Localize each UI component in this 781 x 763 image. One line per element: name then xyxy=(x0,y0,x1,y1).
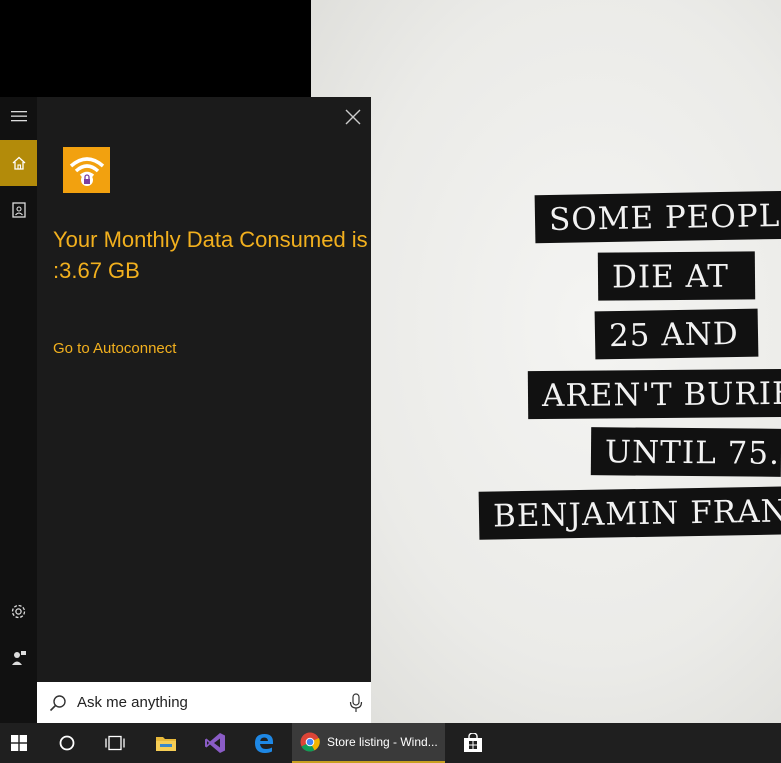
autoconnect-link[interactable]: Go to Autoconnect xyxy=(53,340,176,357)
chrome-taskbar-button[interactable]: Store listing - Wind... xyxy=(292,723,445,763)
desktop-wallpaper: SOME PEOPLE DIE AT 25 AND AREN'T BURIE U… xyxy=(311,0,781,723)
file-explorer-button[interactable] xyxy=(143,723,189,763)
quote-line: AREN'T BURIE xyxy=(527,368,781,420)
taskbar: Store listing - Wind... xyxy=(0,723,781,763)
microphone-icon[interactable] xyxy=(349,693,363,713)
search-icon xyxy=(49,694,67,712)
windows-start-icon xyxy=(10,735,27,751)
chrome-icon xyxy=(300,732,320,752)
start-button[interactable] xyxy=(0,723,37,763)
quote-line: UNTIL 75. xyxy=(590,427,781,477)
hamburger-icon xyxy=(10,111,27,122)
hamburger-menu-button[interactable] xyxy=(0,93,37,139)
feedback-icon xyxy=(11,651,26,665)
search-input[interactable] xyxy=(77,694,327,711)
cortana-circle-icon xyxy=(59,735,75,751)
visual-studio-icon xyxy=(205,733,225,753)
task-view-button[interactable] xyxy=(93,723,137,763)
edge-icon xyxy=(255,734,273,753)
file-explorer-icon xyxy=(156,737,176,751)
quote-line: 25 AND xyxy=(594,308,759,360)
cortana-search-box[interactable] xyxy=(37,682,371,723)
store-button[interactable] xyxy=(450,723,496,763)
notebook-icon xyxy=(11,202,26,218)
visual-studio-button[interactable] xyxy=(192,723,238,763)
wifi-lock-icon xyxy=(69,157,104,186)
close-icon xyxy=(345,109,361,125)
nav-settings-button[interactable] xyxy=(0,588,37,634)
quote-line: BENJAMIN FRAN xyxy=(478,486,781,540)
home-icon xyxy=(12,156,25,170)
app-tile xyxy=(63,147,110,193)
gear-icon xyxy=(11,604,26,618)
background-area xyxy=(0,0,311,97)
cortana-response-text: Your Monthly Data Consumed is :3.67 GB xyxy=(53,227,368,283)
nav-notebook-button[interactable] xyxy=(0,187,37,233)
cortana-panel: Your Monthly Data Consumed is :3.67 GB G… xyxy=(0,97,371,723)
nav-feedback-button[interactable] xyxy=(0,635,37,681)
nav-home-button[interactable] xyxy=(0,140,37,186)
edge-button[interactable] xyxy=(241,723,287,763)
cortana-nav-rail xyxy=(0,97,37,723)
quote-line: SOME PEOPLE xyxy=(534,190,781,244)
quote-line: DIE AT xyxy=(597,251,756,301)
chrome-window-title: Store listing - Wind... xyxy=(327,735,438,749)
store-icon xyxy=(464,733,482,752)
cortana-button[interactable] xyxy=(45,723,89,763)
close-button[interactable] xyxy=(341,105,365,129)
task-view-icon xyxy=(105,735,125,751)
